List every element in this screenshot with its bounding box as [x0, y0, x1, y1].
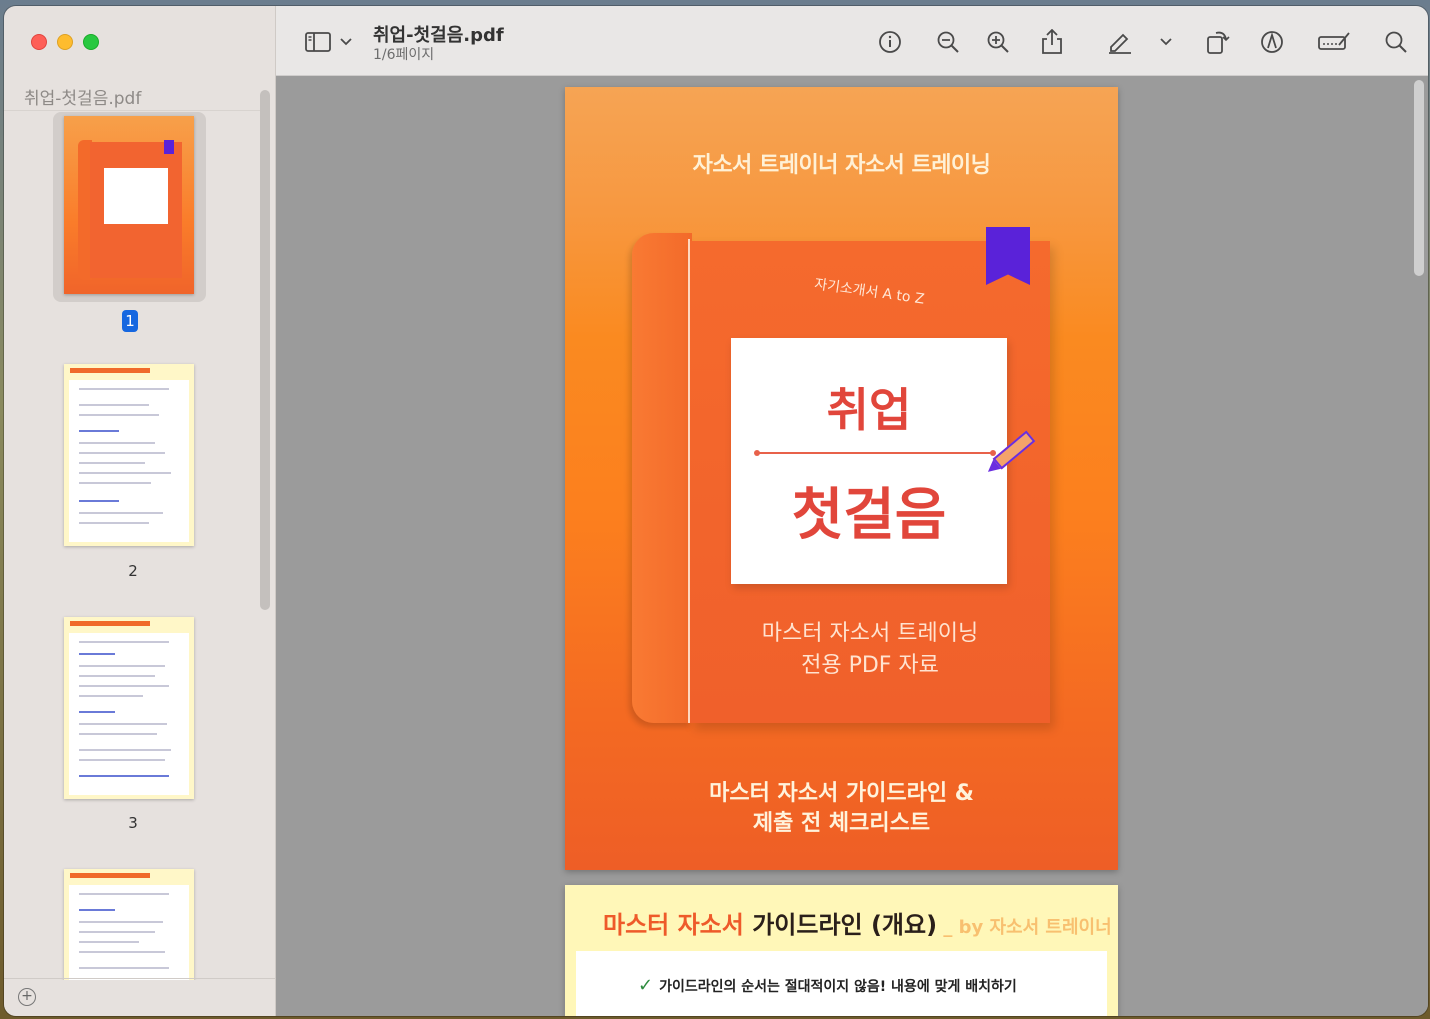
thumbnail-sidebar: 취업-첫걸음.pdf 1 2 3 +: [4, 6, 276, 1016]
cover-bottom-line-2: 제출 전 체크리스트: [752, 811, 931, 836]
thumb-line: [79, 500, 119, 502]
thumb-line: [79, 641, 169, 643]
book-desc-line-1: 마스터 자소서 트레이닝: [761, 621, 979, 646]
check-icon: ✓: [638, 975, 654, 996]
thumb-line: [79, 452, 165, 454]
page2-content-box: ✓ 가이드라인의 순서는 절대적이지 않음! 내용에 맞게 배치하기: [576, 951, 1107, 1016]
thumb-line: [79, 482, 151, 484]
label-sub-title: 첫걸음: [791, 482, 947, 548]
page-number: 2: [128, 562, 138, 580]
rotate-icon[interactable]: [1204, 28, 1232, 56]
thumb-line: [79, 931, 155, 933]
thumb-line: [79, 723, 167, 725]
thumb-line: [79, 733, 157, 735]
thumb-line: [79, 909, 115, 911]
thumb-body: [69, 885, 189, 980]
thumb-line: [79, 695, 143, 697]
zoom-in-icon[interactable]: [984, 28, 1012, 56]
page2-title-by: _ by 자소서 트레이너: [937, 917, 1112, 938]
thumb-line: [79, 921, 163, 923]
sidebar-doc-title: 취업-첫걸음.pdf: [24, 89, 142, 109]
book-desc-line-2: 전용 PDF 자료: [801, 653, 939, 678]
thumb-line: [79, 893, 169, 895]
page2-check-item: ✓ 가이드라인의 순서는 절대적이지 않음! 내용에 맞게 배치하기: [638, 975, 1017, 996]
toolbar: 취업-첫걸음.pdf 1/6페이지: [276, 6, 1428, 76]
cover-top-text: 자소서 트레이너 자소서 트레이닝: [692, 153, 991, 178]
thumb-line: [79, 653, 115, 655]
thumb-line: [79, 775, 169, 777]
signature-icon[interactable]: [1316, 28, 1352, 56]
thumb-line: [79, 462, 145, 464]
cover-bottom-line-1: 마스터 자소서 가이드라인 &: [709, 781, 974, 806]
page2-title: 마스터 자소서 가이드라인 (개요) _ by 자소서 트레이너: [603, 905, 1112, 940]
thumb-body: [69, 380, 189, 542]
sidebar-divider: [4, 110, 260, 111]
thumbnail-page-1[interactable]: [53, 112, 206, 302]
cover-bottom-text: 마스터 자소서 가이드라인 & 제출 전 체크리스트: [565, 779, 1118, 839]
minimize-button[interactable]: [57, 34, 73, 50]
thumb-line: [79, 685, 169, 687]
thumb-line: [79, 941, 139, 943]
page-indicator: 1/6페이지: [373, 47, 435, 63]
thumb-body: [69, 633, 189, 795]
thumbnail-list: 1 2 3: [4, 112, 260, 980]
page2-check-text: 가이드라인의 순서는 절대적이지 않음! 내용에 맞게 배치하기: [659, 979, 1017, 995]
zoom-button[interactable]: [83, 34, 99, 50]
page2-title-main: 가이드라인 (개요): [743, 911, 938, 939]
thumb-line: [79, 665, 165, 667]
book-spine: [632, 233, 692, 723]
label-main-title: 취업: [826, 383, 912, 437]
page2-title-highlight: 마스터 자소서: [603, 911, 744, 939]
sidebar-bottom-divider: [4, 978, 276, 979]
thumb-heading: [70, 873, 150, 878]
thumb-line: [79, 512, 163, 514]
book-illustration: 자기소개서 A to Z 취업 첫걸음 마스터 자소서 트레이닝 전용 PDF …: [632, 227, 1050, 723]
chevron-down-icon[interactable]: [336, 28, 356, 56]
preview-window: 취업-첫걸음.pdf 1 2 3 + 취업-첫걸음.pdf 1/6페이지 자소서…: [4, 6, 1428, 1016]
thumb-line: [79, 404, 149, 406]
thumb-line: [79, 759, 165, 761]
thumb-line: [79, 675, 155, 677]
thumb-heading: [70, 621, 150, 626]
thumbnail-cover-image: [64, 116, 194, 294]
label-divider: [754, 450, 996, 456]
thumb-line: [79, 967, 169, 969]
thumb-line: [79, 749, 171, 751]
close-button[interactable]: [31, 34, 47, 50]
thumb-line: [79, 388, 169, 390]
pdf-page-2: 마스터 자소서 가이드라인 (개요) _ by 자소서 트레이너 ✓ 가이드라인의…: [565, 885, 1118, 1016]
sidebar-scrollbar[interactable]: [260, 90, 270, 610]
thumb-line: [79, 414, 159, 416]
thumb-bookmark: [164, 140, 174, 154]
chevron-down-icon[interactable]: [1156, 28, 1176, 56]
thumb-label: [104, 168, 168, 224]
page-number-badge: 1: [122, 310, 138, 332]
add-page-button[interactable]: +: [18, 988, 36, 1006]
thumb-line: [79, 442, 155, 444]
thumb-line: [79, 711, 115, 713]
search-icon[interactable]: [1382, 28, 1410, 56]
window-controls: [31, 34, 99, 50]
thumb-heading: [70, 368, 150, 373]
share-icon[interactable]: [1038, 28, 1066, 56]
book-description: 마스터 자소서 트레이닝 전용 PDF 자료: [690, 618, 1050, 682]
markup-icon[interactable]: [1258, 28, 1286, 56]
highlight-pen-icon[interactable]: [1106, 28, 1134, 56]
thumb-line: [79, 522, 149, 524]
thumbnail-guide-image: [64, 617, 194, 799]
document-scrollbar[interactable]: [1414, 80, 1424, 276]
thumbnail-guide-image: [64, 364, 194, 546]
thumbnail-guide-image: [64, 869, 194, 980]
page-number: 3: [128, 814, 138, 832]
thumb-line: [79, 951, 165, 953]
document-view[interactable]: 자소서 트레이너 자소서 트레이닝 자기소개서 A to Z 취업 첫걸음 마스…: [276, 76, 1428, 1016]
sidebar-icon[interactable]: [304, 28, 332, 56]
thumb-line: [79, 472, 171, 474]
pdf-page-1-cover: 자소서 트레이너 자소서 트레이닝 자기소개서 A to Z 취업 첫걸음 마스…: [565, 87, 1118, 870]
zoom-out-icon[interactable]: [934, 28, 962, 56]
thumb-line: [79, 430, 119, 432]
info-icon[interactable]: [876, 28, 904, 56]
book-label: 취업 첫걸음: [731, 338, 1007, 584]
